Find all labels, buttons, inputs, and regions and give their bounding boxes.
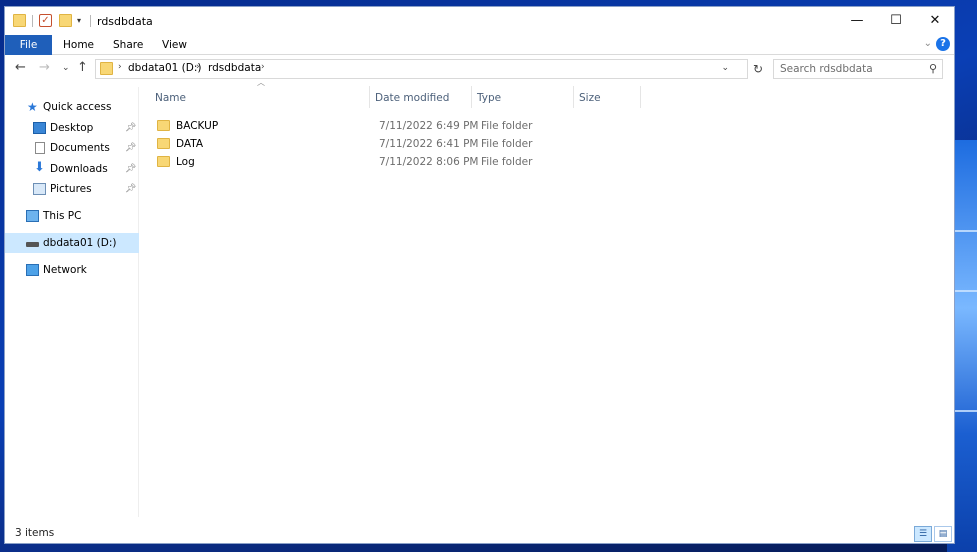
navigation-bar: ← → ⌄ ↑ › dbdata01 (D:) › rdsdbdata › ⌄ … (5, 56, 954, 83)
sidebar-item-label: Network (43, 264, 87, 276)
file-name: DATA (176, 138, 204, 150)
sidebar-item-drive[interactable]: dbdata01 (D:) (5, 233, 139, 253)
search-icon[interactable]: ⚲ (929, 62, 937, 75)
sidebar-item-quick-access[interactable]: ★ Quick access (5, 97, 139, 117)
minimize-button[interactable]: — (837, 7, 877, 35)
folder-icon (157, 156, 170, 167)
item-count: 3 items (15, 527, 55, 539)
file-row[interactable]: BACKUP 7/11/2022 6:49 PM File folder (155, 117, 655, 135)
desktop-icon (33, 122, 46, 134)
recent-locations-chevron-icon[interactable]: ⌄ (62, 63, 70, 73)
sidebar-item-documents[interactable]: Documents 📌︎ (5, 138, 139, 158)
expand-ribbon-chevron-icon[interactable]: ⌄ (924, 38, 932, 49)
file-name: Log (176, 156, 195, 168)
pin-icon[interactable]: 📌︎ (125, 118, 136, 138)
maximize-button[interactable]: ☐ (876, 7, 916, 35)
new-folder-icon[interactable] (59, 14, 72, 27)
large-icons-view-icon[interactable]: ▤ (934, 526, 952, 542)
search-box[interactable]: Search rdsdbdata ⚲ (773, 59, 943, 79)
details-view-icon[interactable]: ☰ (914, 526, 932, 542)
downloads-icon: ⬇ (34, 160, 45, 175)
file-explorer-window: ✓ ▾ rdsdbdata — ☐ ✕ File Home Share View… (4, 6, 955, 544)
ribbon-tabs: File Home Share View ⌄ ? (5, 35, 954, 55)
toolbar-divider (90, 15, 91, 27)
sidebar-item-label: Pictures (50, 183, 92, 195)
sidebar-item-label: This PC (43, 210, 82, 222)
sort-ascending-icon: ︿ (257, 78, 265, 87)
pin-icon[interactable]: 📌︎ (125, 138, 136, 158)
tab-share[interactable]: Share (113, 35, 143, 55)
pictures-icon (33, 183, 46, 195)
breadcrumb-separator-icon[interactable]: › (261, 62, 265, 72)
column-header-size[interactable]: Size (579, 86, 601, 110)
sidebar-item-this-pc[interactable]: This PC (5, 206, 139, 226)
file-row[interactable]: Log 7/11/2022 8:06 PM File folder (155, 153, 655, 171)
breadcrumb-drive[interactable]: dbdata01 (D:) (128, 62, 202, 74)
file-name: BACKUP (176, 120, 219, 132)
navigation-pane: ★ Quick access Desktop 📌︎ Documents 📌︎ ⬇… (5, 87, 139, 517)
search-input[interactable]: Search rdsdbdata (780, 63, 873, 75)
file-list: ︿ Name Date modified Type Size BACKUP 7/… (145, 78, 955, 523)
sidebar-item-downloads[interactable]: ⬇ Downloads 📌︎ (5, 159, 139, 179)
forward-arrow-icon[interactable]: → (39, 60, 50, 75)
column-divider[interactable] (573, 86, 574, 108)
breadcrumb-separator-icon[interactable]: › (118, 62, 122, 72)
sidebar-item-label: Documents (50, 142, 110, 154)
close-button[interactable]: ✕ (915, 7, 955, 35)
sidebar-item-label: Quick access (43, 101, 112, 113)
back-arrow-icon[interactable]: ← (15, 60, 26, 75)
file-type: File folder (481, 138, 533, 150)
sidebar-item-network[interactable]: Network (5, 260, 139, 280)
help-icon[interactable]: ? (936, 37, 950, 51)
file-type: File folder (481, 156, 533, 168)
column-header-name[interactable]: Name (155, 86, 186, 110)
sidebar-item-desktop[interactable]: Desktop 📌︎ (5, 118, 139, 138)
sidebar-item-pictures[interactable]: Pictures 📌︎ (5, 179, 139, 199)
up-arrow-icon[interactable]: ↑ (77, 60, 88, 75)
sidebar-item-label: Downloads (50, 163, 108, 175)
folder-icon (100, 62, 113, 75)
tab-view[interactable]: View (162, 35, 187, 55)
file-date: 7/11/2022 6:41 PM (379, 138, 479, 150)
file-date: 7/11/2022 8:06 PM (379, 156, 479, 168)
file-type: File folder (481, 120, 533, 132)
properties-icon[interactable]: ✓ (39, 14, 52, 27)
column-divider[interactable] (369, 86, 370, 108)
column-divider[interactable] (640, 86, 641, 108)
column-divider[interactable] (471, 86, 472, 108)
address-bar[interactable]: › dbdata01 (D:) › rdsdbdata › ⌄ (95, 59, 748, 79)
toolbar-divider (32, 15, 33, 27)
address-dropdown-icon[interactable]: ⌄ (721, 63, 729, 73)
status-bar: 3 items ☰ ▤ (5, 523, 954, 545)
column-header-type[interactable]: Type (477, 86, 501, 110)
computer-icon (26, 210, 39, 222)
breadcrumb-folder[interactable]: rdsdbdata (208, 62, 261, 74)
drive-icon (26, 242, 39, 247)
title-bar: ✓ ▾ rdsdbdata — ☐ ✕ (5, 7, 954, 35)
pin-icon[interactable]: 📌︎ (125, 159, 136, 179)
customize-quick-access-icon[interactable]: ▾ (77, 16, 81, 25)
column-header-date-modified[interactable]: Date modified (375, 86, 449, 110)
window-title: rdsdbdata (97, 15, 153, 28)
star-icon: ★ (27, 100, 38, 114)
sidebar-item-label: Desktop (50, 122, 94, 134)
folder-icon (157, 138, 170, 149)
file-row[interactable]: DATA 7/11/2022 6:41 PM File folder (155, 135, 655, 153)
pin-icon[interactable]: 📌︎ (125, 179, 136, 199)
network-icon (26, 264, 39, 276)
refresh-icon[interactable]: ↻ (749, 59, 767, 79)
documents-icon (35, 142, 45, 154)
tab-file[interactable]: File (5, 35, 52, 55)
sidebar-item-label: dbdata01 (D:) (43, 237, 117, 249)
folder-icon (157, 120, 170, 131)
tab-home[interactable]: Home (63, 35, 94, 55)
breadcrumb-separator-icon[interactable]: › (196, 62, 200, 72)
file-date: 7/11/2022 6:49 PM (379, 120, 479, 132)
folder-icon (13, 14, 26, 27)
